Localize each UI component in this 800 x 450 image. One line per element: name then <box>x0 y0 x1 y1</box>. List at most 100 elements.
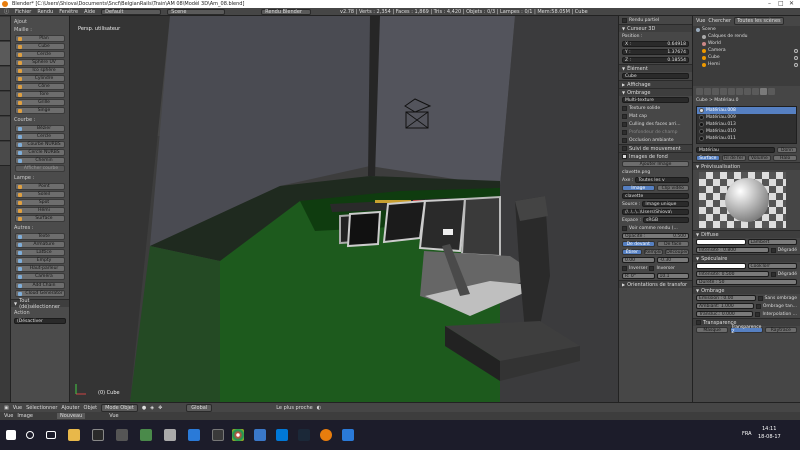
add-mesh-singe[interactable]: Singe <box>15 107 65 114</box>
cursor-header[interactable]: ▼ Curseur 3D <box>619 24 692 32</box>
specular-ramp-checkbox[interactable] <box>770 271 776 277</box>
app-icon[interactable] <box>254 429 266 441</box>
clock-date[interactable]: 18-08-17 <box>758 434 781 440</box>
matcap-checkbox[interactable] <box>622 113 627 119</box>
tab-wire[interactable]: Fil de fer <box>721 155 746 161</box>
image-file-field[interactable]: clavette <box>622 193 689 199</box>
search-icon[interactable] <box>26 431 34 439</box>
diffuse-color-swatch[interactable] <box>696 239 746 245</box>
operator-header[interactable]: ▼ Tout (dé)sélectionner <box>11 298 69 310</box>
material-slot[interactable]: Matériau.013 <box>697 121 796 128</box>
tab-all-scenes[interactable]: Toutes les scènes <box>734 17 784 25</box>
blender-icon[interactable] <box>320 429 332 441</box>
snap-target-select[interactable]: Le plus proche <box>276 405 312 411</box>
add-mesh-cylindre[interactable]: Cylindre <box>15 75 65 82</box>
diffuse-header[interactable]: ▼ Diffuse <box>693 230 800 238</box>
diffuse-intensity-field[interactable]: Intensité : 0.800 <box>696 247 769 253</box>
material-tab-icon[interactable] <box>760 87 767 95</box>
outliner-item-hemi[interactable]: Hemi <box>693 61 800 68</box>
minimize-icon[interactable]: – <box>768 0 771 8</box>
tab-animation[interactable] <box>0 92 10 116</box>
menu-object[interactable]: Objet <box>84 405 98 411</box>
flip-x-checkbox[interactable] <box>622 265 627 271</box>
tab-search[interactable]: Chercher <box>708 18 731 24</box>
menu-render[interactable]: Rendu <box>37 9 53 15</box>
data-tab-icon[interactable] <box>752 87 759 95</box>
transform-orientations-header[interactable]: ▶ Orientations de transfor <box>619 280 692 288</box>
material-name-field[interactable]: Matériau <box>696 147 775 153</box>
flip-y-checkbox[interactable] <box>649 265 655 271</box>
material-slot[interactable]: Matériau.010 <box>697 128 796 135</box>
tab-movie-clip[interactable]: Clip vidéo <box>656 185 689 191</box>
tab-create[interactable] <box>0 42 10 66</box>
add-mesh-plan[interactable]: Plan <box>15 35 65 42</box>
add-curve-cercle-nurbs[interactable]: Cercle NURBS <box>15 149 65 156</box>
ao-checkbox[interactable] <box>622 137 627 143</box>
tab-view[interactable]: Vue <box>696 18 705 24</box>
backface-culling-checkbox[interactable] <box>622 121 627 127</box>
add-mesh-grille[interactable]: Grille <box>15 99 65 106</box>
chrome-icon[interactable] <box>232 429 244 441</box>
add-mesh-ico-sph-re[interactable]: Ico sphère <box>15 67 65 74</box>
add-other-lattice[interactable]: Lattice <box>15 249 65 256</box>
mode-select[interactable]: Mode Objet <box>101 403 138 412</box>
transp-z-button[interactable]: Transparence Z <box>730 325 763 335</box>
textured-solid-checkbox[interactable] <box>622 105 627 111</box>
dof-checkbox[interactable] <box>622 129 627 135</box>
ambient-field[interactable]: Ambiant: 1.000 <box>696 303 754 309</box>
app-icon[interactable] <box>212 429 224 441</box>
object-tab-icon[interactable] <box>728 87 735 95</box>
menu-file[interactable]: Fichier <box>15 9 31 15</box>
maximize-icon[interactable]: □ <box>778 0 784 8</box>
outliner-item-world[interactable]: World <box>693 40 800 47</box>
emit-field[interactable]: Émission : 0.00 <box>696 295 756 301</box>
add-lamp-soleil[interactable]: Soleil <box>15 191 65 198</box>
tab-grease-pencil[interactable] <box>0 142 10 166</box>
add-curve-b-zier[interactable]: Bézier <box>15 125 65 132</box>
hardness-field[interactable]: Dureté : 50 <box>696 279 797 285</box>
app-icon[interactable] <box>116 429 128 441</box>
color-space-select[interactable]: sRGB <box>643 217 689 223</box>
image-path-field[interactable]: //..\..\..\Users\Shiova\ <box>622 209 689 215</box>
skype-icon[interactable] <box>276 429 288 441</box>
action-select[interactable]: (Désactiver <box>14 318 66 324</box>
add-lamp-spot[interactable]: Spot <box>15 199 65 206</box>
motion-tracking-header[interactable]: Suivi de mouvement <box>619 144 692 152</box>
add-image-button[interactable]: Ajouter Image <box>622 161 689 167</box>
outliner-item-camera[interactable]: Camera <box>693 47 800 54</box>
app-icon[interactable] <box>140 429 152 441</box>
transp-mask-button[interactable]: Masque <box>696 327 729 333</box>
editor-type-icon[interactable]: ⓘ <box>4 8 9 15</box>
shading-header[interactable]: ▼ Ombrage <box>619 88 692 96</box>
element-header[interactable]: ▼ Élément <box>619 64 692 72</box>
shading-header-mat[interactable]: ▼ Ombrage <box>693 286 800 294</box>
specular-intensity-field[interactable]: Intensité: 0.500 <box>696 271 769 277</box>
timeline-view-menu[interactable]: Vue <box>4 413 13 419</box>
element-name-field[interactable]: Cube <box>622 73 689 79</box>
editor-type-icon[interactable]: ▣ <box>4 405 9 411</box>
shading-select[interactable]: Multi-texture <box>622 97 689 103</box>
tab-relations[interactable] <box>0 67 10 91</box>
scene-tab-icon[interactable] <box>712 87 719 95</box>
preview-header[interactable]: ▼ Prévisualisation <box>693 162 800 170</box>
render-icon[interactable]: ◐ <box>317 405 321 411</box>
cursor-y-field[interactable]: Y :1.37674 <box>622 49 689 55</box>
edge-icon[interactable] <box>188 429 200 441</box>
shadeless-checkbox[interactable] <box>757 295 763 301</box>
material-slot[interactable]: Matériau.009 <box>697 114 796 121</box>
media-icon[interactable] <box>92 429 104 441</box>
outliner-item-scene[interactable]: Scene <box>693 26 800 33</box>
tab-volume[interactable]: Volume <box>747 155 772 161</box>
render-partial-checkbox[interactable] <box>622 17 627 23</box>
add-other-haut-parleur[interactable]: Haut-parleur <box>15 265 65 272</box>
timeline-view2-menu[interactable]: Vue <box>109 413 118 419</box>
modifiers-tab-icon[interactable] <box>744 87 751 95</box>
opacity-field[interactable]: Opacité :0.500 <box>622 233 689 239</box>
add-lamp-h-mi[interactable]: Hémi <box>15 207 65 214</box>
add-mesh-c-ne[interactable]: Cône <box>15 83 65 90</box>
translucency-field[interactable]: Transluc.: 0.000 <box>696 311 754 317</box>
layout-select[interactable]: Default <box>101 8 162 15</box>
add-curve-courbe-nurbs[interactable]: Courbe NURBS <box>15 141 65 148</box>
tab-halo[interactable]: Halo <box>773 155 797 161</box>
addon-cloud-generator[interactable]: Cloud Generator <box>15 290 65 297</box>
